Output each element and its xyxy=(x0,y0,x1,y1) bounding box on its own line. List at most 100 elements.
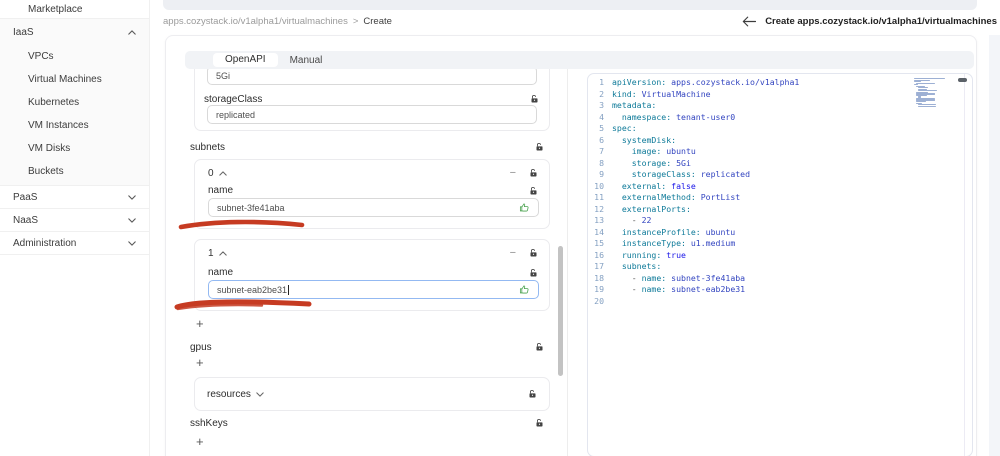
line-number: 12 xyxy=(594,203,604,214)
line-number: 18 xyxy=(594,272,604,283)
subnet-0-name-value: subnet-3fe41aba xyxy=(217,202,285,213)
sidebar-item-marketplace[interactable]: Marketplace xyxy=(0,0,149,19)
line-number: 2 xyxy=(599,88,604,99)
unlock-icon[interactable] xyxy=(529,186,538,196)
line-content: instanceType: u1.medium xyxy=(621,238,736,248)
sidebar-item-vm-disks[interactable]: VM Disks xyxy=(0,137,149,160)
line-content: externalPorts: xyxy=(621,203,691,214)
form-scrollbar-thumb[interactable] xyxy=(558,246,563,376)
gpus-label-row: gpus xyxy=(190,341,544,353)
subnet-item-0-card: 0 − name subnet-3fe41aba xyxy=(194,159,550,229)
unlock-icon[interactable] xyxy=(535,142,544,152)
systemdisk-group-card: 5Gi storageClass replicated xyxy=(194,69,550,131)
thumbs-up-icon[interactable] xyxy=(519,284,530,295)
minimap-line xyxy=(915,100,927,103)
thumbs-up-icon[interactable] xyxy=(519,202,530,213)
remove-item-button[interactable]: − xyxy=(510,248,516,259)
add-sshkey-button[interactable]: + xyxy=(196,435,204,449)
line-number: 17 xyxy=(594,261,604,271)
sidebar-section-administration[interactable]: Administration xyxy=(0,232,149,255)
sidebar-item-vpcs[interactable]: VPCs xyxy=(0,45,149,68)
line-number: 15 xyxy=(594,238,604,248)
name-label: name xyxy=(208,267,234,278)
sidebar-item-kubernetes[interactable]: Kubernetes xyxy=(0,91,149,114)
sidebar-item-buckets[interactable]: Buckets xyxy=(0,160,149,183)
storageclass-label: storageClass xyxy=(204,93,263,105)
editor-line: 9 storageClass: replicated xyxy=(588,169,972,181)
editor-line: 8 storage: 5Gi xyxy=(588,158,972,170)
gpus-label: gpus xyxy=(190,341,212,353)
storage-input[interactable]: 5Gi xyxy=(207,69,537,85)
line-number: 9 xyxy=(599,169,604,179)
subnets-label-row: subnets xyxy=(190,141,544,153)
resources-toggle[interactable]: resources xyxy=(207,389,264,400)
editor-scrollbar-marker[interactable] xyxy=(958,78,967,82)
unlock-icon[interactable] xyxy=(529,168,538,178)
tab-openapi[interactable]: OpenAPI xyxy=(213,53,278,67)
editor-line: 15 instanceType: u1.medium xyxy=(588,238,972,250)
chevron-down-icon xyxy=(256,391,264,397)
editor-line: 5 spec: xyxy=(588,123,972,135)
unlock-icon[interactable] xyxy=(529,268,538,278)
line-number: 3 xyxy=(599,100,604,110)
subnet-item-0-name-row: name xyxy=(208,185,538,196)
app-window: Marketplace IaaS VPCs Virtual Machines Kub… xyxy=(0,0,1000,456)
editor-minimap[interactable] xyxy=(914,78,948,109)
sidebar-section-paas[interactable]: PaaS xyxy=(0,186,149,209)
unlock-icon[interactable] xyxy=(528,389,537,399)
line-content: - name: subnet-3fe41aba xyxy=(631,272,746,283)
sidebar-section-label: Administration xyxy=(13,237,77,249)
line-content: external: false xyxy=(621,180,696,191)
line-number: 5 xyxy=(599,123,604,133)
sidebar-section-label: NaaS xyxy=(13,214,39,226)
storageclass-input[interactable]: replicated xyxy=(207,105,537,124)
unlock-icon[interactable] xyxy=(530,94,539,104)
subnet-item-0-header[interactable]: 0 − xyxy=(208,166,538,180)
unlock-icon[interactable] xyxy=(535,342,544,352)
text-cursor xyxy=(288,284,290,295)
editor-line: 6 systemDisk: xyxy=(588,135,972,147)
yaml-code-editor[interactable]: 1 apiVersion: apps.cozystack.io/v1alpha1 2… xyxy=(587,73,973,456)
line-number: 13 xyxy=(594,215,604,225)
sidebar-item-vm-instances[interactable]: VM Instances xyxy=(0,114,149,137)
editor-line: 14 instanceProfile: ubuntu xyxy=(588,227,972,239)
unlock-icon[interactable] xyxy=(529,248,538,258)
back-arrow-icon[interactable] xyxy=(742,16,757,27)
line-content: spec: xyxy=(612,123,637,133)
line-number: 19 xyxy=(594,284,604,294)
breadcrumb-current: Create xyxy=(363,15,392,27)
tab-manual[interactable]: Manual xyxy=(278,55,335,66)
line-number: 20 xyxy=(594,295,604,306)
line-content: metadata: xyxy=(612,100,657,110)
sidebar-group-iaas-label: IaaS xyxy=(13,26,34,38)
unlock-icon[interactable] xyxy=(535,418,544,428)
line-number: 4 xyxy=(599,111,604,122)
add-gpu-button[interactable]: + xyxy=(196,356,204,370)
create-form-card: OpenAPI Manual 5Gi storageClass replicat… xyxy=(165,35,977,456)
line-content: kind: VirtualMachine xyxy=(612,88,711,99)
editor-line: 17 subnets: xyxy=(588,261,972,273)
line-content: subnets: xyxy=(621,261,662,271)
sidebar-group-iaas-children: VPCs Virtual Machines Kubernetes VM Instanc… xyxy=(0,45,149,183)
chevron-up-icon xyxy=(218,250,227,256)
sidebar-item-virtual-machines[interactable]: Virtual Machines xyxy=(0,68,149,91)
add-subnet-button[interactable]: + xyxy=(196,317,204,331)
line-content: systemDisk: xyxy=(621,134,677,145)
chevron-down-icon xyxy=(128,217,136,223)
subnet-0-name-input[interactable]: subnet-3fe41aba xyxy=(208,198,539,217)
line-number: 7 xyxy=(599,146,604,156)
subnet-item-1-header[interactable]: 1 − xyxy=(208,246,538,260)
storageclass-input-value: replicated xyxy=(216,109,256,120)
chevron-up-icon xyxy=(128,29,136,35)
resources-label: resources xyxy=(207,388,251,400)
editor-lines: 1 apiVersion: apps.cozystack.io/v1alpha1 2… xyxy=(588,77,972,307)
sidebar-group-iaas: IaaS VPCs Virtual Machines Kubernetes VM In… xyxy=(0,19,149,186)
subnet-item-1-card: 1 − name subnet-eab2be31 xyxy=(194,239,550,311)
breadcrumb-resource[interactable]: apps.cozystack.io/v1alpha1/virtualmachin… xyxy=(163,16,348,27)
sidebar-group-iaas-header[interactable]: IaaS xyxy=(0,19,149,45)
subnet-1-name-input[interactable]: subnet-eab2be31 xyxy=(208,280,539,299)
sidebar-section-naas[interactable]: NaaS xyxy=(0,209,149,232)
editor-line: 13 - 22 xyxy=(588,215,972,227)
sshkeys-label: sshKeys xyxy=(190,417,228,429)
remove-item-button[interactable]: − xyxy=(510,168,516,179)
